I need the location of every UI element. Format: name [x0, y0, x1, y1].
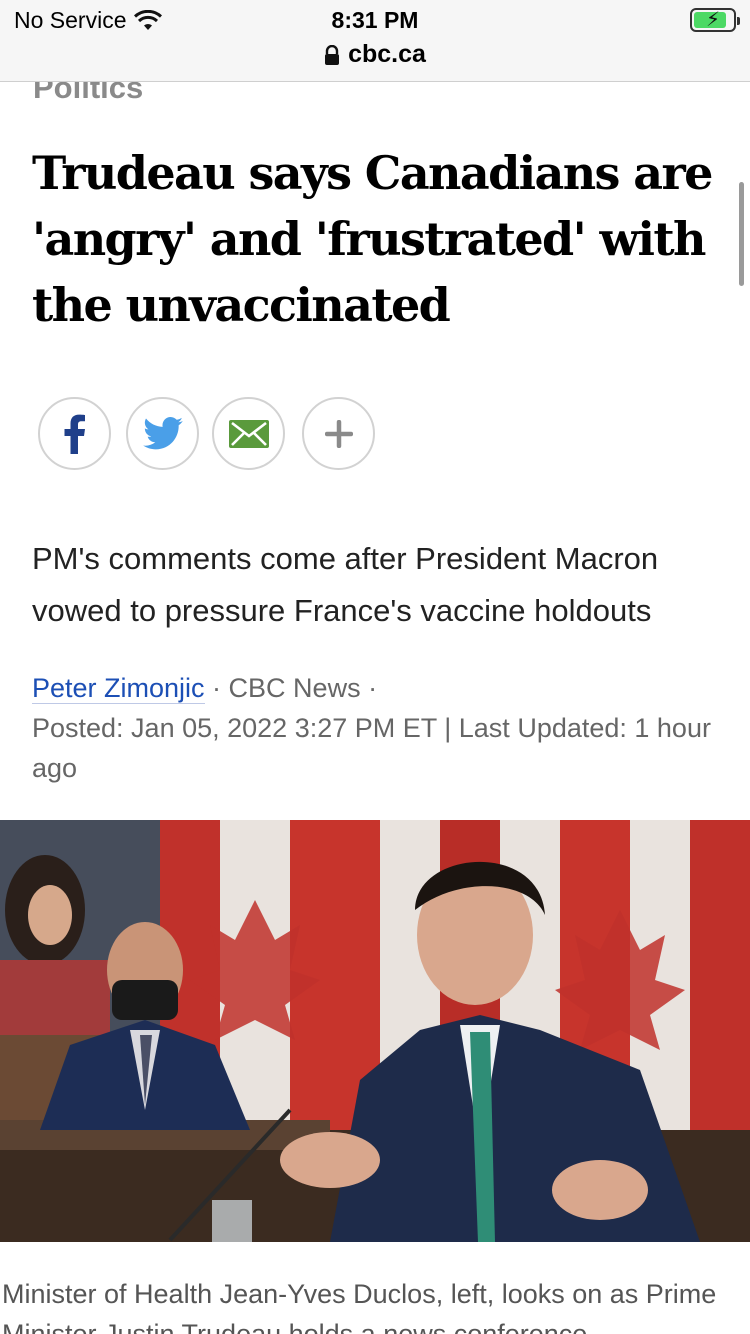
share-more-button[interactable]	[302, 397, 375, 470]
share-email-button[interactable]	[212, 397, 285, 470]
byline-separator: ·	[360, 673, 378, 703]
url-text: cbc.ca	[348, 40, 426, 68]
share-twitter-button[interactable]	[126, 397, 199, 470]
article-photo[interactable]	[0, 820, 750, 1242]
share-facebook-button[interactable]	[38, 397, 111, 470]
battery-icon: ⚡	[690, 8, 740, 32]
outlet-name: CBC News	[228, 673, 361, 703]
battery-cap	[737, 17, 740, 25]
twitter-icon	[142, 417, 183, 450]
article-headline: Trudeau says Canadians are 'angry' and '…	[32, 146, 713, 332]
byline: Peter Zimonjic · CBC News · Posted: Jan …	[32, 668, 732, 788]
author-link[interactable]: Peter Zimonjic	[32, 673, 205, 704]
clock: 8:31 PM	[331, 7, 419, 33]
address-bar[interactable]: cbc.ca	[0, 40, 750, 69]
email-icon	[228, 419, 269, 448]
share-buttons	[38, 397, 375, 470]
page-scrollbar[interactable]	[739, 182, 744, 286]
photo-illustration	[0, 820, 750, 1242]
browser-top-bar: No Service 8:31 PM cbc.ca ⚡	[0, 0, 750, 82]
article-deck: PM's comments come after President Macro…	[32, 541, 659, 628]
lock-icon	[325, 44, 340, 65]
photo-caption: Minister of Health Jean-Yves Duclos, lef…	[2, 1279, 717, 1334]
posted-timestamp: Posted: Jan 05, 2022 3:27 PM ET | Last U…	[32, 713, 711, 783]
charging-bolt-icon: ⚡	[705, 9, 721, 31]
facebook-icon	[64, 414, 85, 454]
byline-separator: ·	[204, 673, 229, 703]
plus-icon	[324, 419, 353, 448]
